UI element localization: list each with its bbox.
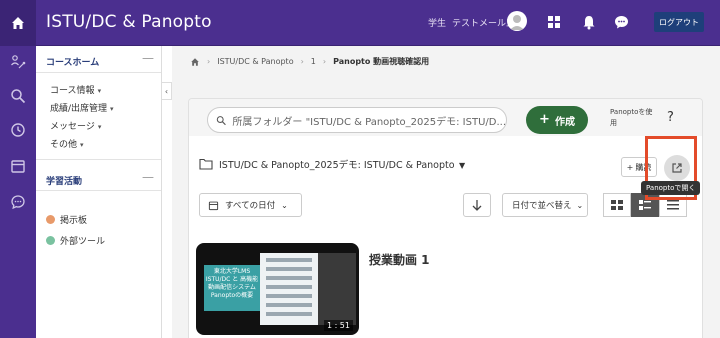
chevron-right-icon: › [322, 57, 327, 66]
user-role: 学生 [428, 19, 447, 29]
open-in-panopto-tooltip: Panoptoで開く [641, 181, 701, 195]
caret-down-icon: ▾ [97, 123, 102, 131]
chat-bubble-icon [614, 16, 628, 29]
top-bar: ISTU/DC & Panopto 学生 テストメール三 ログアウト [0, 0, 720, 46]
grid-menu-button[interactable] [545, 13, 563, 31]
sort-label: 日付で並べ替え [512, 201, 572, 211]
clock-icon [11, 123, 25, 137]
folder-icon [199, 158, 213, 170]
nav-item-label: コース情報 [50, 86, 95, 96]
date-filter-button[interactable]: すべての日付 ⌄ [199, 193, 302, 217]
nav-item-label: メッセージ [50, 122, 95, 132]
help-button[interactable]: ? [667, 110, 674, 125]
nav-item-course-info[interactable]: コース情報 ▾ [50, 83, 101, 96]
nav-item-messages[interactable]: メッセージ ▾ [50, 119, 101, 132]
search-input[interactable]: 所属フォルダー "ISTU/DC & Panopto_2025デモ: ISTU/… [207, 107, 507, 133]
folder-selector[interactable]: ISTU/DC & Panopto_2025デモ: ISTU/DC & Pano… [199, 157, 455, 171]
plus-icon: + [626, 162, 634, 172]
breadcrumb-course[interactable]: ISTU/DC & Panopto [217, 57, 293, 66]
rail-calendar-button[interactable] [8, 156, 28, 176]
divider [36, 190, 161, 191]
chevron-right-icon: › [300, 57, 304, 66]
caret-down-icon[interactable]: ▼ [459, 161, 465, 170]
tool-label: 外部ツール [60, 237, 106, 247]
rail-path-button[interactable] [8, 52, 28, 72]
app-title: ISTU/DC & Panopto [46, 12, 212, 32]
chevron-down-icon: ⌄ [576, 200, 584, 210]
rail-search-button[interactable] [8, 86, 28, 106]
learning-activities-collapse-button[interactable]: — [142, 170, 154, 184]
detail-view-icon [639, 200, 651, 210]
view-grid-button[interactable] [603, 193, 631, 217]
plus-icon: + [539, 112, 550, 127]
nav-item-label: 成績/出席管理 [50, 104, 108, 114]
list-view-icon [667, 200, 679, 210]
main-content: › ISTU/DC & Panopto › 1 › Panopto 動画視聴確認… [172, 46, 720, 338]
caret-down-icon: ▾ [97, 87, 102, 95]
chevron-down-icon: ⌄ [281, 200, 288, 210]
video-thumbnail[interactable]: 東北大学LMS ISTU/DC と 高機能 動画配信システム Panoptoの概… [196, 243, 359, 335]
home-button[interactable] [0, 0, 36, 46]
date-filter-label: すべての日付 [225, 201, 276, 211]
breadcrumb: › ISTU/DC & Panopto › 1 › Panopto 動画視聴確認… [190, 56, 429, 67]
chat-icon [11, 195, 25, 210]
chevron-right-icon: › [207, 57, 211, 66]
sort-direction-button[interactable] [463, 193, 491, 217]
calendar-icon [11, 160, 25, 173]
rail-history-button[interactable] [8, 120, 28, 140]
notification-button[interactable] [580, 13, 598, 31]
caret-down-icon: ▾ [80, 141, 84, 149]
avatar[interactable] [507, 11, 527, 31]
grid-icon [548, 16, 560, 28]
sidebar-collapse-handle[interactable]: ‹ [162, 82, 172, 100]
home-icon [12, 17, 24, 29]
search-placeholder: 所属フォルダー "ISTU/DC & Panopto_2025デモ: ISTU/… [232, 116, 506, 128]
breadcrumb-current: Panopto 動画視聴確認用 [333, 57, 430, 66]
video-title[interactable]: 授業動画 1 [369, 251, 430, 268]
arrow-down-icon [472, 200, 482, 211]
icon-rail [0, 46, 36, 338]
external-tool-icon [46, 236, 55, 245]
folder-name: ISTU/DC & Panopto_2025デモ: ISTU/DC & Pano… [219, 160, 455, 171]
nav-item-grades[interactable]: 成績/出席管理 ▾ [50, 101, 114, 114]
tool-bulletin-board[interactable]: 掲示板 [46, 213, 87, 226]
slide-photo [318, 253, 356, 325]
divider [36, 159, 161, 160]
caret-down-icon: ▾ [110, 105, 114, 113]
calendar-icon [208, 201, 219, 210]
slide-title-text: 東北大学LMS ISTU/DC と 高機能 動画配信システム Panoptoの概… [204, 265, 260, 311]
course-home-collapse-button[interactable]: — [142, 51, 154, 65]
rail-chat-button[interactable] [8, 192, 28, 212]
search-icon [11, 89, 26, 104]
bell-icon [583, 15, 595, 29]
use-panopto-link[interactable]: Panoptoを使用 [610, 107, 654, 129]
create-button[interactable]: + 作成 [526, 106, 588, 134]
video-duration: 1 : 51 [323, 320, 353, 331]
tool-external-tools[interactable]: 外部ツール [46, 234, 105, 247]
create-label: 作成 [554, 116, 575, 128]
user-path-icon [11, 55, 26, 69]
user-name[interactable]: テストメール三 [452, 16, 515, 29]
bulletin-board-icon [46, 215, 55, 224]
course-home-link[interactable]: コースホーム [46, 55, 99, 68]
slide-agenda [260, 253, 318, 325]
learning-activities-heading: 学習活動 [46, 177, 83, 187]
nav-item-label: その他 [50, 140, 78, 150]
message-button[interactable] [612, 13, 630, 31]
grid-view-icon [611, 200, 623, 210]
breadcrumb-section[interactable]: 1 [311, 57, 316, 66]
tool-label: 掲示板 [60, 216, 88, 226]
home-icon[interactable] [190, 57, 200, 67]
course-sidebar: コースホーム — コース情報 ▾ 成績/出席管理 ▾ メッセージ ▾ その他 ▾ 学習活… [36, 46, 162, 338]
panopto-panel: 所属フォルダー "ISTU/DC & Panopto_2025デモ: ISTU/… [188, 98, 703, 338]
logout-button[interactable]: ログアウト [654, 12, 704, 32]
nav-item-other[interactable]: その他 ▾ [50, 137, 84, 150]
divider [36, 72, 161, 73]
search-icon [216, 115, 226, 125]
sort-select[interactable]: 日付で並べ替え ⌄ [502, 193, 588, 217]
